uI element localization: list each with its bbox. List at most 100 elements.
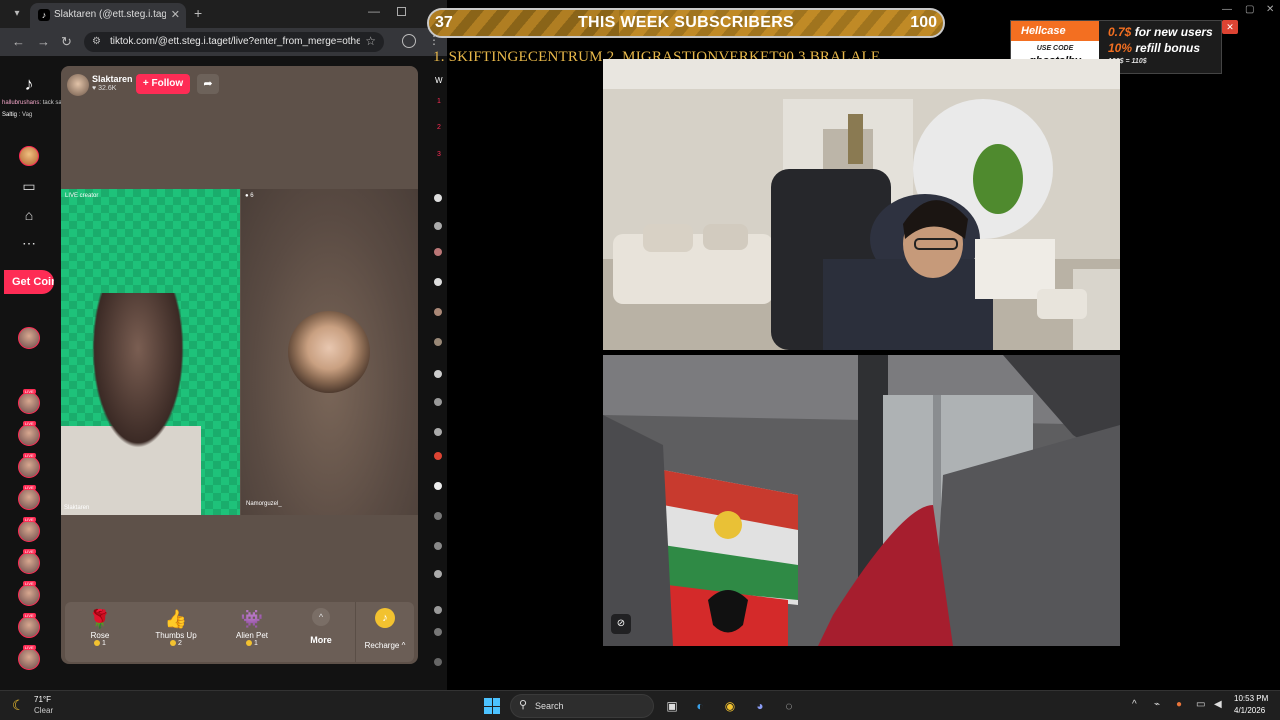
following-live-avatar[interactable] (18, 327, 40, 349)
more-dots-icon[interactable]: ⋯ (19, 233, 39, 253)
side-strip-avatar[interactable] (434, 452, 442, 460)
edge-browser-icon[interactable]: ◐ (690, 696, 710, 716)
network-icon[interactable]: ⌁ (1154, 699, 1160, 710)
side-strip-avatar[interactable] (434, 338, 442, 346)
side-strip-avatar[interactable] (434, 542, 442, 550)
moon-weather-icon[interactable]: ☾ (12, 697, 25, 714)
host-video-image (61, 293, 201, 515)
side-strip-avatar[interactable] (434, 570, 442, 578)
recharge-button[interactable]: ♪ Recharge ^ (355, 602, 414, 662)
desktop-screen: ▾ ♪ Slaktaren (@ett.steg.i.taget) ✕ + — … (0, 0, 1280, 720)
gift-bar: 🌹 Rose 1 👍 Thumbs Up 2 👾 Alien Pet 1 ^ M… (65, 602, 414, 662)
following-live-avatar[interactable]: LIVE (18, 389, 40, 414)
more-gifts-button[interactable]: ^ More (301, 608, 341, 645)
window-close-icon[interactable]: ✕ (1266, 4, 1274, 15)
profile-icon[interactable] (402, 34, 416, 48)
show-hidden-icons-chevron-icon[interactable]: ^ (1132, 699, 1137, 710)
following-live-avatar[interactable]: LIVE (18, 421, 40, 446)
reload-icon[interactable]: ↻ (61, 34, 72, 50)
gift-thumbs-up[interactable]: 👍 Thumbs Up 2 (151, 608, 201, 647)
microphone-icon[interactable]: ● (1176, 699, 1182, 710)
mic-muted-icon: ⊘ (611, 614, 631, 634)
address-bar[interactable]: ⚙ tiktok.com/@ett.steg.i.taget/live?ente… (84, 32, 384, 52)
share-icon[interactable]: ➦ (197, 74, 219, 94)
forward-arrow-icon[interactable]: → (37, 34, 50, 49)
maximize-window-icon[interactable] (397, 7, 406, 16)
new-tab-button[interactable]: + (194, 5, 202, 21)
gift-cost: 1 (75, 640, 125, 647)
side-strip-avatar[interactable] (434, 248, 442, 256)
site-info-icon[interactable]: ⚙ (92, 36, 101, 47)
minimize-window-icon[interactable]: — (368, 4, 380, 18)
gift-rose[interactable]: 🌹 Rose 1 (75, 608, 125, 647)
profile-avatar[interactable] (19, 146, 39, 166)
side-strip-avatar[interactable] (434, 222, 442, 230)
side-strip-avatar[interactable] (434, 398, 442, 406)
tab-close-icon[interactable]: ✕ (171, 8, 180, 21)
following-live-avatar[interactable]: LIVE (18, 549, 40, 574)
chrome-browser-icon[interactable]: ◉ (720, 696, 740, 716)
weather-temperature[interactable]: 71°F (34, 695, 51, 704)
back-arrow-icon[interactable]: ← (12, 34, 25, 49)
window-minimize-icon[interactable]: — (1222, 4, 1232, 15)
speaker-icon[interactable]: ◀ (1214, 699, 1222, 710)
promo-close-icon: ✕ (1222, 20, 1238, 34)
tiktok-logo-icon[interactable]: ♪ (19, 74, 39, 94)
following-live-avatar[interactable]: LIVE (18, 581, 40, 606)
side-strip-avatar[interactable] (434, 428, 442, 436)
clock-date[interactable]: 4/1/2026 (1234, 706, 1265, 715)
search-icon: ⚲ (519, 699, 528, 711)
side-strip-avatar[interactable] (434, 194, 442, 202)
tab-search-chevron-icon[interactable]: ▾ (10, 7, 24, 21)
windows-start-icon[interactable] (484, 698, 500, 714)
gift-cost: 2 (151, 640, 201, 647)
gift-label: Rose (90, 631, 110, 640)
side-strip-rank: 1 (437, 98, 441, 105)
guest-viewer-badge: ● 6 (245, 193, 254, 199)
following-live-avatar[interactable]: LIVE (18, 485, 40, 510)
tiktok-page: ♪ hallubrushans: tack salt Saltig : Vag … (0, 56, 447, 690)
guest-webcam-feed: ⊘ (603, 355, 1120, 646)
task-view-icon[interactable]: ▣ (662, 696, 682, 716)
discord-icon[interactable]: ◕ (750, 696, 770, 716)
following-live-avatar[interactable]: LIVE (18, 453, 40, 478)
following-live-avatar[interactable]: LIVE (18, 645, 40, 670)
browser-tab-tiktok[interactable]: ♪ Slaktaren (@ett.steg.i.taget) ✕ (30, 3, 186, 28)
host-video-name: Slaktaren (64, 505, 90, 511)
app-icon[interactable]: ◌ (779, 696, 799, 716)
side-strip-avatar[interactable] (434, 606, 442, 614)
taskbar-search[interactable]: ⚲ Search (510, 694, 654, 718)
streamer-webcam-feed (603, 59, 1120, 350)
rose-icon: 🌹 (88, 609, 112, 629)
bookmark-star-icon[interactable]: ☆ (365, 34, 376, 48)
side-strip-avatar[interactable] (434, 308, 442, 316)
side-strip-avatar[interactable] (434, 278, 442, 286)
side-strip-avatar[interactable] (434, 370, 442, 378)
live-stream-card: Slaktaren ♥ 32.6K + Follow ➦ LIVE creato… (61, 66, 418, 664)
gift-label: Thumbs Up (155, 631, 197, 640)
side-strip-avatar[interactable] (434, 628, 442, 636)
tiktok-favicon-icon: ♪ (38, 9, 50, 21)
follow-button[interactable]: + Follow (136, 74, 190, 94)
side-strip-letter: W (435, 76, 443, 85)
clock-time[interactable]: 10:53 PM (1234, 694, 1268, 703)
upload-icon[interactable]: ⌂ (19, 205, 39, 225)
side-strip-avatar[interactable] (434, 482, 442, 490)
get-coins-button[interactable]: Get Coins (4, 270, 54, 294)
host-avatar[interactable] (67, 74, 89, 96)
display-icon[interactable]: ▭ (1196, 699, 1205, 710)
window-maximize-icon[interactable]: ▢ (1245, 4, 1254, 15)
chevron-up-icon: ^ (312, 608, 330, 626)
host-name[interactable]: Slaktaren (92, 74, 133, 84)
side-strip-avatar[interactable] (434, 512, 442, 520)
following-live-avatar[interactable]: LIVE (18, 517, 40, 542)
side-strip-avatar[interactable] (434, 658, 442, 666)
side-panel-strip: W 1 2 3 (424, 56, 447, 690)
promo-offer-refill: 10% refill bonus (1108, 41, 1201, 55)
gift-alien-pet[interactable]: 👾 Alien Pet 1 (227, 608, 277, 647)
thumbs-up-icon: 👍 (164, 609, 188, 629)
live-camera-icon[interactable]: ▭ (19, 176, 39, 196)
following-live-avatar[interactable]: LIVE (18, 613, 40, 638)
subscriber-goal-bar: 37 THIS WEEK SUBSCRIBERS 100 (427, 8, 945, 38)
weather-condition[interactable]: Clear (34, 706, 53, 715)
